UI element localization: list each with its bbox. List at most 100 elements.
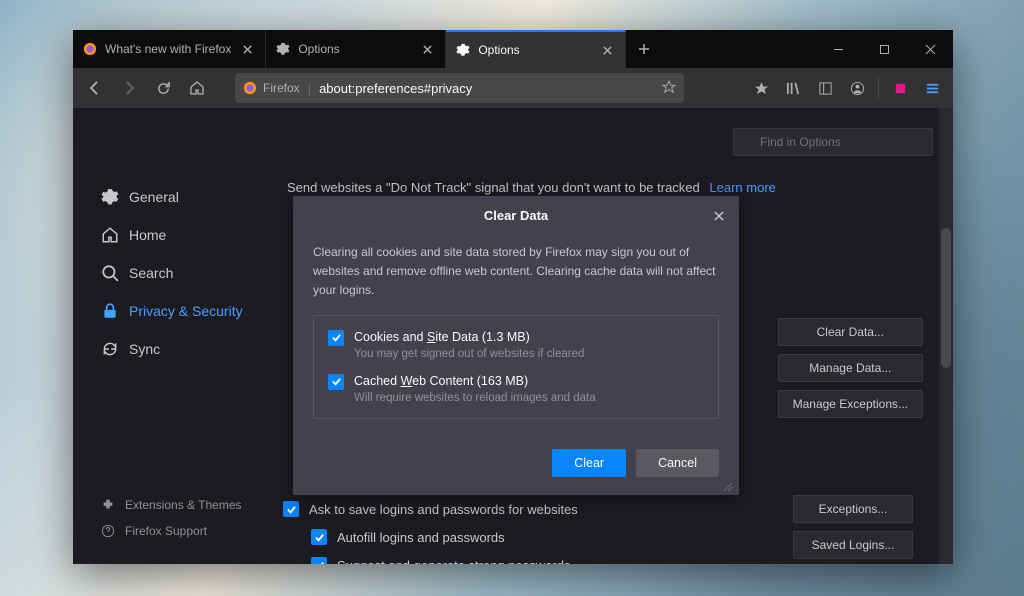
dialog-body: Clearing all cookies and site data store… [293,235,739,435]
option-title: Cached Web Content (163 MB) [354,374,704,388]
identity-box[interactable]: Firefox [243,81,300,95]
sidebar-item-support[interactable]: Firefox Support [93,518,250,544]
dialog-option-cache[interactable]: Cached Web Content (163 MB) Will require… [328,374,704,404]
resize-grip-icon[interactable] [723,479,733,489]
window-controls [815,30,953,68]
sidebar-item-label: Sync [129,341,160,357]
firefox-icon [243,81,257,95]
tab-options-2[interactable]: Options [446,30,626,68]
home-button[interactable] [181,72,213,104]
checkbox-label: Suggest and generate strong passwords [337,558,570,565]
sidebar-item-label: Privacy & Security [129,303,243,319]
dialog-option-cookies[interactable]: Cookies and Site Data (1.3 MB) You may g… [328,330,704,360]
sidebar-icon[interactable] [810,73,840,103]
option-title: Cookies and Site Data (1.3 MB) [354,330,704,344]
home-icon [101,226,119,244]
gear-icon [456,43,470,57]
lock-icon [101,302,119,320]
sidebar-item-label: Firefox Support [125,524,207,538]
checkbox-checked[interactable] [283,501,299,517]
clear-button[interactable]: Clear [552,449,626,477]
checkbox-checked[interactable] [311,557,327,564]
titlebar: What's new with Firefox Options Options [73,30,953,68]
close-icon[interactable] [419,41,435,57]
tab-whats-new[interactable]: What's new with Firefox [73,30,266,68]
account-icon[interactable] [842,73,872,103]
checkbox-checked[interactable] [311,529,327,545]
dialog-close-button[interactable] [709,206,729,226]
sidebar-item-label: Search [129,265,173,281]
close-icon[interactable] [599,42,615,58]
tab-label: Options [478,43,519,57]
option-text: Cached Web Content (163 MB) Will require… [354,374,704,404]
clear-data-button[interactable]: Clear Data... [778,318,923,346]
content-area: General Home Search Privacy & Security S… [73,108,953,564]
reload-button[interactable] [147,72,179,104]
menu-icon[interactable] [917,73,947,103]
saved-logins-button[interactable]: Saved Logins... [793,531,913,559]
separator [878,78,879,98]
sidebar-item-privacy[interactable]: Privacy & Security [93,292,273,330]
toolbar: Firefox | about:preferences#privacy [73,68,953,108]
cookies-buttons: Clear Data... Manage Data... Manage Exce… [778,318,923,418]
sidebar-item-home[interactable]: Home [93,216,273,254]
dialog-header: Clear Data [293,196,739,235]
separator: | [308,81,311,96]
sidebar-item-search[interactable]: Search [93,254,273,292]
search-icon [101,264,119,282]
learn-more-link[interactable]: Learn more [709,180,775,195]
tab-strip: What's new with Firefox Options Options [73,30,815,68]
close-icon[interactable] [239,41,255,57]
sidebar-item-sync[interactable]: Sync [93,330,273,368]
tab-label: What's new with Firefox [105,42,231,56]
checkbox-checked[interactable] [328,374,344,390]
sidebar-item-general[interactable]: General [93,178,273,216]
checkbox-label: Ask to save logins and passwords for web… [309,502,578,517]
clear-data-dialog: Clear Data Clearing all cookies and site… [293,196,739,495]
sync-icon [101,340,119,358]
back-button[interactable] [79,72,111,104]
logins-buttons: Exceptions... Saved Logins... [793,495,913,559]
sidebar-item-label: Extensions & Themes [125,498,242,512]
manage-exceptions-button[interactable]: Manage Exceptions... [778,390,923,418]
scrollbar-thumb[interactable] [941,228,951,368]
dnt-text: Send websites a "Do Not Track" signal th… [273,180,933,195]
scrollbar[interactable] [939,108,953,564]
dialog-options: Cookies and Site Data (1.3 MB) You may g… [313,315,719,419]
forward-button[interactable] [113,72,145,104]
sidebar-item-label: General [129,189,179,205]
exceptions-button[interactable]: Exceptions... [793,495,913,523]
manage-data-button[interactable]: Manage Data... [778,354,923,382]
url-bar[interactable]: Firefox | about:preferences#privacy [235,73,684,103]
maximize-button[interactable] [861,30,907,68]
help-icon [101,524,115,538]
pocket-icon[interactable] [746,73,776,103]
option-subtitle: Will require websites to reload images a… [354,392,704,404]
checkbox-checked[interactable] [328,330,344,346]
checkbox-label: Autofill logins and passwords [337,530,505,545]
browser-window: What's new with Firefox Options Options [73,30,953,564]
puzzle-icon [101,498,115,512]
new-tab-button[interactable] [626,30,662,68]
tab-label: Options [298,42,339,56]
minimize-button[interactable] [815,30,861,68]
option-text: Cookies and Site Data (1.3 MB) You may g… [354,330,704,360]
close-window-button[interactable] [907,30,953,68]
library-icon[interactable] [778,73,808,103]
extension-icon[interactable] [885,73,915,103]
sidebar-item-label: Home [129,227,166,243]
search-input[interactable] [733,128,933,156]
sidebar-footer: Extensions & Themes Firefox Support [93,492,250,544]
cancel-button[interactable]: Cancel [636,449,719,477]
url-text: about:preferences#privacy [319,81,472,96]
dialog-footer: Clear Cancel [293,435,739,495]
sidebar-item-extensions[interactable]: Extensions & Themes [93,492,250,518]
firefox-icon [83,42,97,56]
tab-options-1[interactable]: Options [266,30,446,68]
logins-section: Ask to save logins and passwords for web… [273,495,933,564]
search-row [273,128,933,156]
dialog-title: Clear Data [484,208,548,223]
bookmark-star-icon[interactable] [662,80,676,97]
gear-icon [276,42,290,56]
dialog-description: Clearing all cookies and site data store… [313,243,719,301]
